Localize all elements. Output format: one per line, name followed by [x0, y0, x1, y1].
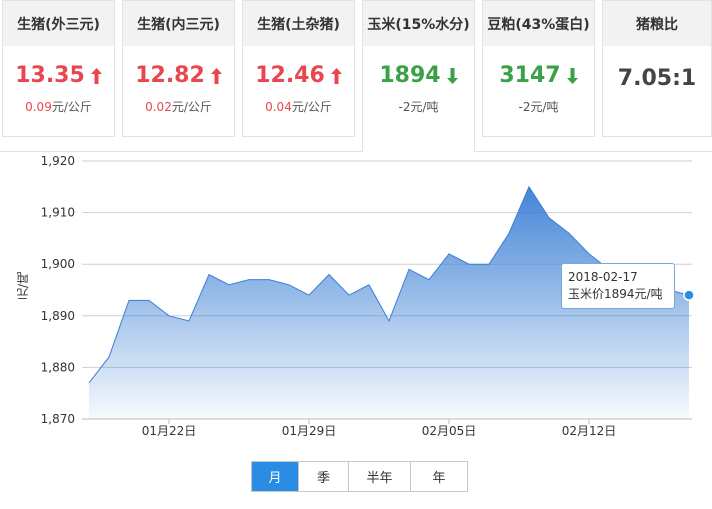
- range-halfyear-button[interactable]: 半年: [348, 462, 410, 491]
- price-card-active[interactable]: 玉米(15%水分) 1894 -2元/吨: [362, 0, 475, 152]
- y-tick-label: 1,870: [41, 412, 75, 426]
- change-unit: 元/吨: [410, 100, 439, 114]
- y-tick-label: 1,900: [41, 257, 75, 271]
- y-tick-label: 1,920: [41, 154, 75, 168]
- y-tick-label: 1,890: [41, 309, 75, 323]
- tooltip-date: 2018-02-17: [568, 270, 638, 284]
- chart-tooltip: 2018-02-17 玉米价1894元/吨: [561, 263, 675, 309]
- tooltip-value: 玉米价1894元/吨: [568, 287, 663, 301]
- data-point-marker: [683, 289, 695, 301]
- price-value: 1894: [379, 63, 441, 88]
- range-year-button[interactable]: 年: [410, 462, 467, 491]
- range-quarter-button[interactable]: 季: [298, 462, 348, 491]
- x-tick-label: 01月29日: [282, 424, 337, 438]
- y-axis-label: 元/吨: [16, 272, 30, 301]
- y-tick-label: 1,910: [41, 206, 75, 220]
- x-tick-label: 02月05日: [422, 424, 477, 438]
- card-title: 玉米(15%水分): [363, 1, 474, 46]
- arrow-down-icon: [446, 68, 458, 84]
- x-tick-label: 02月12日: [562, 424, 617, 438]
- change-value: -2: [398, 100, 411, 114]
- y-tick-label: 1,880: [41, 360, 75, 374]
- x-tick-label: 01月22日: [142, 424, 197, 438]
- range-selector: 月 季 半年 年: [251, 461, 468, 492]
- price-chart: 1,870 1,880 1,890 1,900 1,910 1,920 01月22日 01月2…: [41, 154, 695, 438]
- range-month-button[interactable]: 月: [252, 462, 298, 491]
